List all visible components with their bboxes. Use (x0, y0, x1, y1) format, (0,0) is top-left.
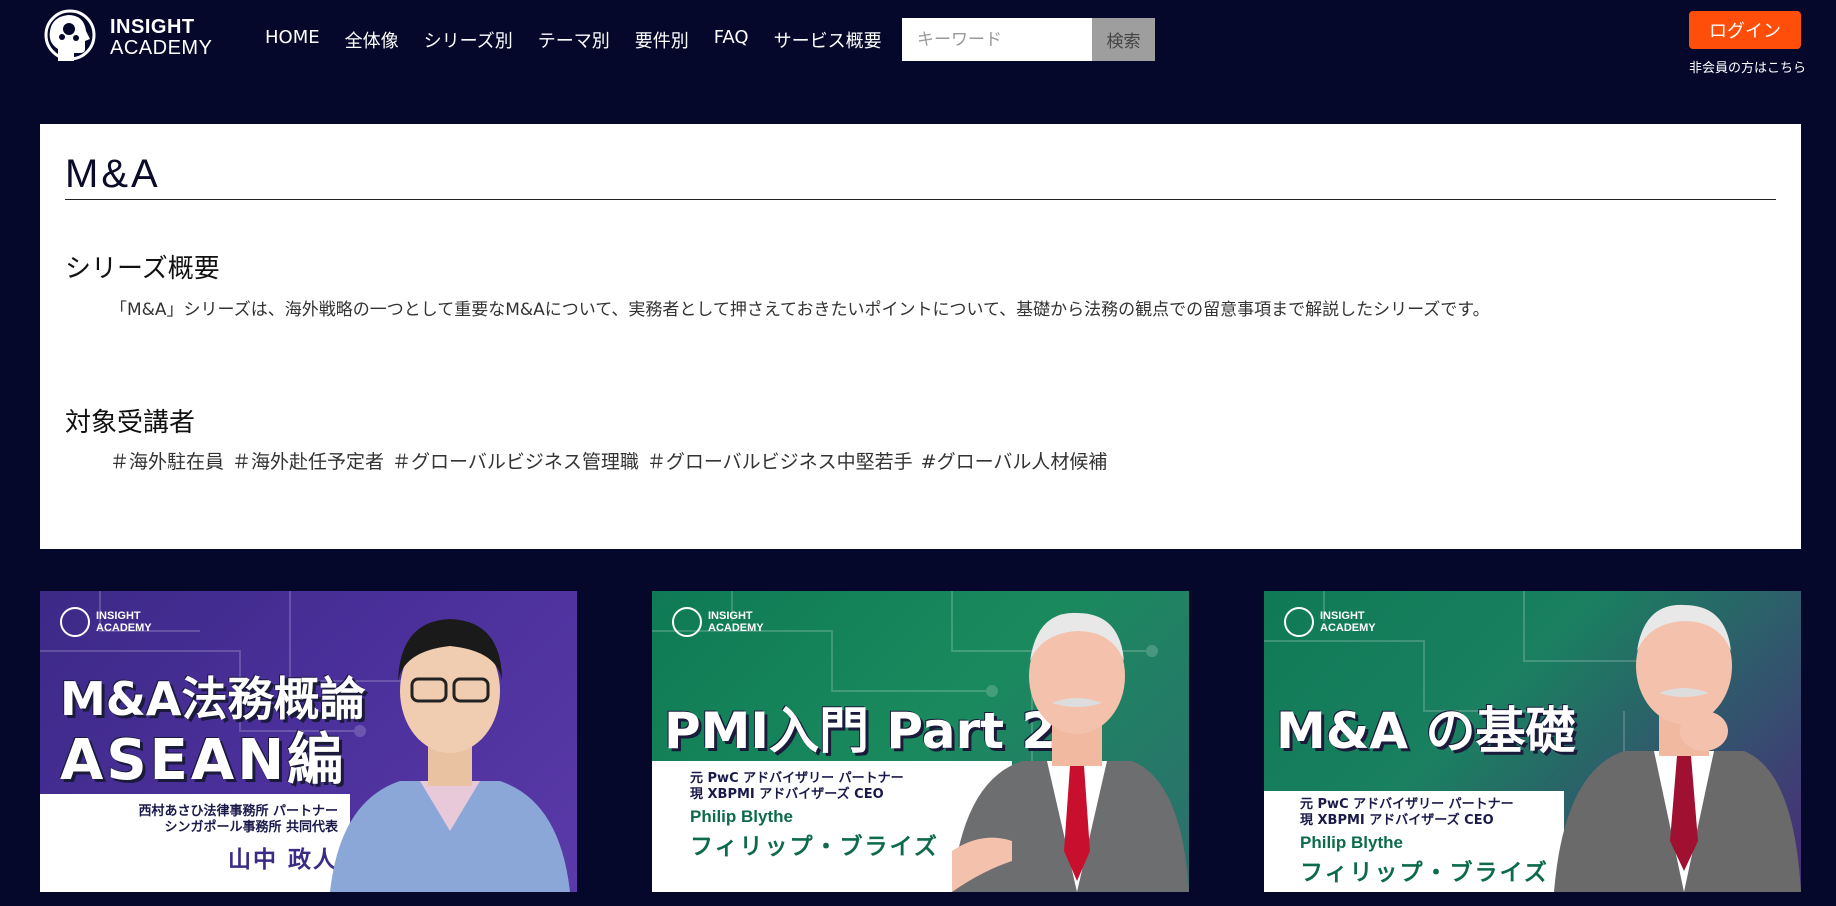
head-silhouette-icon (44, 9, 96, 61)
thumbnail-logo: INSIGHT ACADEMY (1284, 607, 1376, 637)
thumbnail-logo-line-1: INSIGHT (1320, 610, 1365, 622)
audience-tags: ＃海外駐在員 ＃海外赴任予定者 ＃グローバルビジネス管理職 ＃グローバルビジネス中堅若… (110, 447, 1115, 474)
audience-tag: ＃グローバルビジネス中堅若手 (646, 451, 913, 473)
thumbnail-logo-line-2: ACADEMY (96, 622, 152, 634)
nonmember-link[interactable]: 非会員の方はこちら (1689, 57, 1806, 76)
thumbnail-title-line-2: ASEAN編 (60, 728, 347, 793)
nav-overview[interactable]: 全体像 (345, 27, 399, 53)
course-thumbnail-pmi-part2[interactable]: INSIGHT ACADEMY PMI入門 Part 2 元 PwC アドバイザリ… (652, 591, 1189, 892)
nav-requirements[interactable]: 要件別 (635, 27, 689, 53)
thumbnail-title: M&A の基礎 (1276, 702, 1576, 760)
thumbnail-logo: INSIGHT ACADEMY (60, 607, 152, 637)
logo-line-1: INSIGHT (110, 16, 195, 38)
speaker-band: 元 PwC アドバイザリー パートナー 現 XBPMI アドバイザーズ CEO … (1264, 791, 1564, 892)
speaker-name-en: Philip Blythe (1300, 833, 1403, 852)
audience-heading: 対象受講者 (65, 408, 196, 438)
nav-theme[interactable]: テーマ別 (538, 27, 610, 53)
site-logo[interactable]: INSIGHT ACADEMY (38, 5, 218, 71)
nav-series[interactable]: シリーズ別 (424, 27, 513, 53)
speaker-role-line-1: 西村あさひ法律事務所 パートナー (138, 804, 338, 819)
speaker-name: フィリップ・ブライズ (1300, 860, 1549, 886)
thumbnail-logo-line-2: ACADEMY (1320, 622, 1376, 634)
audience-tag: ＃海外赴任予定者 (232, 451, 385, 473)
nav-faq[interactable]: FAQ (714, 27, 749, 53)
thumbnail-logo: INSIGHT ACADEMY (672, 607, 764, 637)
course-thumbnail-ma-basics[interactable]: INSIGHT ACADEMY M&A の基礎 元 PwC アドバイザリー パート… (1264, 591, 1801, 892)
speaker-photo (952, 612, 1189, 892)
head-silhouette-icon (672, 607, 702, 637)
logo-line-2: ACADEMY (110, 37, 213, 59)
overview-heading: シリーズ概要 (65, 254, 220, 284)
course-thumbnail-ma-law-asean[interactable]: INSIGHT ACADEMY M&A法務概論 ASEAN編 西村あさひ法律事務所… (40, 591, 577, 892)
page-title: M&A (65, 152, 1776, 200)
nav-service[interactable]: サービス概要 (774, 27, 882, 53)
thumbnail-logo-line-1: INSIGHT (96, 610, 141, 622)
search-input[interactable] (902, 18, 1092, 61)
thumbnail-logo-line-2: ACADEMY (708, 622, 764, 634)
speaker-photo (330, 619, 570, 892)
thumbnail-logo-line-1: INSIGHT (708, 610, 753, 622)
search-bar: 検索 (902, 18, 1155, 61)
logo-wordmark: INSIGHT ACADEMY (110, 17, 212, 59)
login-button[interactable]: ログイン (1689, 11, 1801, 49)
search-button[interactable]: 検索 (1092, 18, 1155, 61)
series-card: M&A シリーズ概要 「M&A」シリーズは、海外戦略の一つとして重要なM&Aにつ… (40, 124, 1801, 549)
audience-tag: ＃海外駐在員 (110, 451, 225, 473)
head-silhouette-icon (1284, 607, 1314, 637)
overview-text: 「M&A」シリーズは、海外戦略の一つとして重要なM&Aについて、実務者として押さ… (110, 300, 1490, 320)
nav-home[interactable]: HOME (265, 27, 320, 53)
speaker-role-line-2: シンガポール事務所 共同代表 (164, 820, 338, 835)
head-silhouette-icon (60, 607, 90, 637)
speaker-role-line-2: 現 XBPMI アドバイザーズ CEO (1300, 813, 1494, 828)
speaker-role-line-1: 元 PwC アドバイザリー パートナー (1300, 797, 1514, 812)
audience-tag: ＃グローバルビジネス管理職 (392, 451, 639, 473)
main-nav: HOME 全体像 シリーズ別 テーマ別 要件別 FAQ サービス概要 (265, 27, 907, 53)
speaker-band: 西村あさひ法律事務所 パートナー シンガポール事務所 共同代表 山中 政人 (40, 794, 350, 892)
speaker-name: 山中 政人 (227, 847, 338, 873)
audience-tag: #グローバル人材候補 (920, 451, 1108, 473)
speaker-photo (1554, 604, 1801, 892)
